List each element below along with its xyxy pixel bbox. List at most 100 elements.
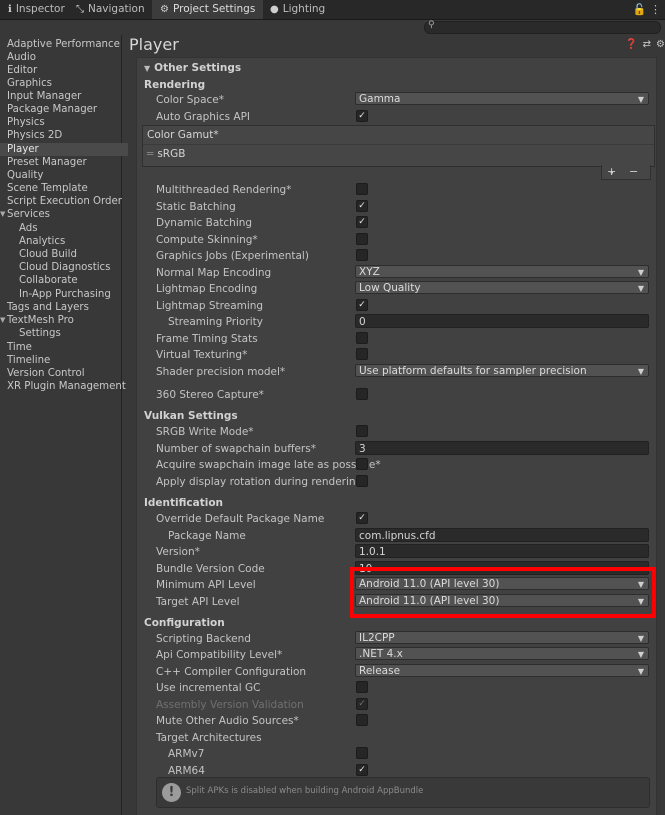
swapchain-buffers-label: Number of swapchain buffers* [156, 443, 316, 455]
sidebar-item-input-manager[interactable]: Input Manager [0, 90, 128, 103]
version-field[interactable]: 1.0.1 [355, 544, 649, 558]
frame-timing-label: Frame Timing Stats [156, 333, 258, 345]
chevron-down-icon: ▼ [637, 667, 644, 676]
other-settings-foldout[interactable]: ▼ Other Settings [144, 62, 241, 74]
tab-project-settings[interactable]: ⚙ Project Settings [152, 0, 264, 19]
help-icon[interactable]: ❓ [625, 39, 637, 50]
sidebar-item-ads[interactable]: Ads [0, 222, 140, 235]
sidebar-item-analytics[interactable]: Analytics [0, 235, 140, 248]
settings-menu-icon[interactable]: ⚙ [656, 39, 665, 50]
streaming-priority-field[interactable]: 0 [355, 314, 649, 328]
sidebar-item-scene-template[interactable]: Scene Template [0, 182, 128, 195]
color-gamut-header: Color Gamut* [143, 126, 654, 145]
scripting-backend-dropdown[interactable]: IL2CPP ▼ [355, 631, 649, 644]
compute-skinning-checkbox[interactable] [356, 233, 368, 245]
chevron-down-icon: ▼ [637, 650, 644, 659]
display-rotation-label: Apply display rotation during rendering [156, 476, 363, 488]
acquire-swapchain-checkbox[interactable] [356, 458, 368, 470]
tab-inspector[interactable]: ℹ Inspector [0, 0, 73, 19]
tab-bar: ℹ Inspector ⤡ Navigation ⚙ Project Settings… [0, 0, 665, 20]
frame-timing-checkbox[interactable] [356, 332, 368, 344]
armv7-label: ARMv7 [168, 748, 205, 760]
chevron-down-icon: ▼ [637, 95, 644, 104]
sidebar-item-version-control[interactable]: Version Control [0, 367, 128, 380]
sidebar-item-player[interactable]: Player [0, 143, 128, 156]
assembly-validation-checkbox: ✓ [356, 698, 368, 710]
sidebar-item-in-app-purchasing[interactable]: In-App Purchasing [0, 288, 140, 301]
tab-label: Inspector [15, 3, 65, 15]
lightmap-encoding-label: Lightmap Encoding [156, 283, 258, 295]
tab-navigation[interactable]: ⤡ Navigation [68, 0, 153, 19]
incremental-gc-checkbox[interactable] [356, 681, 368, 693]
tab-lighting[interactable]: ● Lighting [262, 0, 333, 19]
sidebar-item-package-manager[interactable]: Package Manager [0, 103, 128, 116]
sidebar-item-textmesh-pro[interactable]: TextMesh Pro [0, 314, 128, 327]
sidebar-item-editor[interactable]: Editor [0, 64, 128, 77]
bundle-code-label: Bundle Version Code [156, 563, 265, 575]
sidebar-item-physics-2d[interactable]: Physics 2D [0, 129, 128, 142]
tab-label: Navigation [88, 3, 145, 15]
graphics-jobs-checkbox[interactable] [356, 249, 368, 261]
stereo-capture-checkbox[interactable] [356, 388, 368, 400]
srgb-write-checkbox[interactable] [356, 425, 368, 437]
sidebar-item-quality[interactable]: Quality [0, 169, 128, 182]
lock-icon[interactable]: 🔓 [633, 3, 647, 16]
swapchain-buffers-field[interactable]: 3 [355, 441, 649, 455]
sidebar-item-xr-plugin-management[interactable]: XR Plugin Management [0, 380, 128, 393]
add-dropdown-icon: ▾ [610, 169, 614, 177]
cpp-compiler-label: C++ Compiler Configuration [156, 666, 307, 678]
window-menu[interactable]: 🔓 ⋮ [633, 0, 661, 19]
streaming-priority-label: Streaming Priority [168, 316, 263, 328]
lightmap-encoding-dropdown[interactable]: Low Quality ▼ [355, 281, 649, 294]
shader-precision-dropdown[interactable]: Use platform defaults for sampler precis… [355, 364, 649, 377]
presets-icon[interactable]: ⇄ [643, 39, 651, 50]
virtual-texturing-checkbox[interactable] [356, 348, 368, 360]
normal-map-encoding-dropdown[interactable]: XYZ ▼ [355, 265, 649, 278]
sidebar-item-adaptive-performance[interactable]: Adaptive Performance [0, 38, 128, 51]
sidebar-item-graphics[interactable]: Graphics [0, 77, 128, 90]
sidebar-item-tags-and-layers[interactable]: Tags and Layers [0, 301, 128, 314]
sidebar-item-services[interactable]: Services [0, 208, 128, 221]
static-batching-checkbox[interactable]: ✓ [356, 200, 368, 212]
settings-main: Player ❓ ⇄ ⚙ ▼ Other Settings Rendering Col… [122, 35, 665, 815]
sidebar-item-audio[interactable]: Audio [0, 51, 128, 64]
sidebar-item-settings[interactable]: Settings [0, 327, 140, 340]
list-controls: + ▾ − [601, 165, 651, 180]
drag-handle-icon[interactable]: ═ [147, 148, 153, 160]
sidebar-item-cloud-diagnostics[interactable]: Cloud Diagnostics [0, 261, 140, 274]
auto-graphics-api-checkbox[interactable]: ✓ [356, 110, 368, 122]
cpp-compiler-dropdown[interactable]: Release ▼ [355, 664, 649, 677]
sidebar-item-time[interactable]: Time [0, 341, 128, 354]
min-api-label: Minimum API Level [156, 579, 256, 591]
target-api-label: Target API Level [156, 596, 240, 608]
navigation-icon: ⤡ [76, 4, 84, 15]
settings-sidebar: Adaptive Performance Audio Editor Graphi… [0, 35, 128, 815]
armv7-checkbox[interactable] [356, 747, 368, 759]
sidebar-item-script-execution-order[interactable]: Script Execution Order [0, 195, 128, 208]
color-gamut-item[interactable]: ═ sRGB [147, 148, 185, 160]
color-space-label: Color Space* [156, 94, 224, 106]
lightmap-streaming-checkbox[interactable]: ✓ [356, 299, 368, 311]
api-compat-dropdown[interactable]: .NET 4.x ▼ [355, 647, 649, 660]
package-name-field[interactable]: com.lipnus.cfd [355, 528, 649, 542]
sidebar-item-timeline[interactable]: Timeline [0, 354, 128, 367]
color-space-dropdown[interactable]: Gamma ▼ [355, 92, 649, 105]
remove-icon[interactable]: − [629, 165, 638, 178]
sidebar-item-cloud-build[interactable]: Cloud Build [0, 248, 140, 261]
sidebar-item-preset-manager[interactable]: Preset Manager [0, 156, 128, 169]
foldout-label: Other Settings [154, 62, 242, 74]
sidebar-item-physics[interactable]: Physics [0, 116, 128, 129]
compute-skinning-label: Compute Skinning* [156, 234, 258, 246]
multithreaded-checkbox[interactable] [356, 183, 368, 195]
stereo-capture-label: 360 Stereo Capture* [156, 389, 264, 401]
override-package-checkbox[interactable]: ✓ [356, 512, 368, 524]
more-menu-icon[interactable]: ⋮ [650, 3, 661, 16]
sidebar-item-collaborate[interactable]: Collaborate [0, 274, 140, 287]
display-rotation-checkbox[interactable] [356, 475, 368, 487]
dynamic-batching-checkbox[interactable]: ✓ [356, 216, 368, 228]
mute-audio-checkbox[interactable] [356, 714, 368, 726]
arm64-checkbox[interactable]: ✓ [356, 764, 368, 776]
warning-icon: ! [162, 783, 181, 802]
search-icon: ⚲ [428, 20, 435, 30]
search-input[interactable]: ⚲ [424, 20, 661, 34]
